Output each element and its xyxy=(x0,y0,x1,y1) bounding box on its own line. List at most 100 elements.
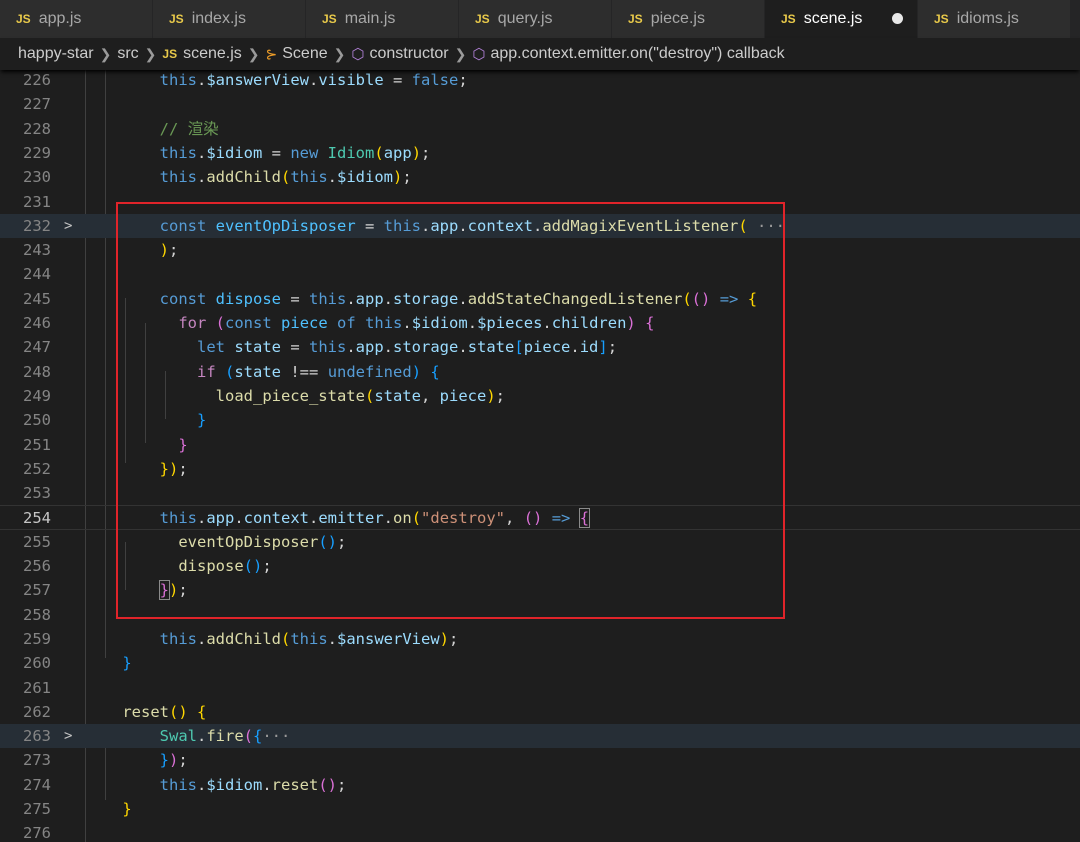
tab-query-js[interactable]: JS query.js xyxy=(459,0,612,38)
line-number: 276 xyxy=(23,824,51,842)
line-number: 249 xyxy=(23,386,51,405)
line-number: 243 xyxy=(23,241,51,260)
line-number: 252 xyxy=(23,459,51,478)
code-line: 247 let state = this.app.storage.state[p… xyxy=(0,335,1080,359)
code-line: 257 }); xyxy=(0,578,1080,602)
chevron-right-icon: ❯ xyxy=(454,45,467,62)
line-number: 244 xyxy=(23,265,51,284)
breadcrumb-class[interactable]: Scene xyxy=(282,45,327,63)
code-line: 227 xyxy=(0,92,1080,116)
fold-chevron-right-icon[interactable]: > xyxy=(64,724,72,748)
tab-label: main.js xyxy=(344,10,396,27)
code-line: 253 xyxy=(0,481,1080,505)
js-file-icon: JS xyxy=(628,12,643,26)
code-line: 260 } xyxy=(0,651,1080,675)
line-number: 231 xyxy=(23,192,51,211)
code-line: 244 xyxy=(0,262,1080,286)
code-line: 276 xyxy=(0,821,1080,842)
line-number: 228 xyxy=(23,119,51,138)
code-line: 275 } xyxy=(0,797,1080,821)
js-file-icon: JS xyxy=(16,12,31,26)
js-file-icon: JS xyxy=(162,47,178,61)
line-number: 250 xyxy=(23,411,51,430)
breadcrumb-callback[interactable]: app.context.emitter.on("destroy") callba… xyxy=(490,45,784,63)
line-number: 260 xyxy=(23,654,51,673)
tab-label: app.js xyxy=(38,10,82,27)
js-file-icon: JS xyxy=(475,12,490,26)
line-number: 226 xyxy=(23,71,51,89)
code-editor[interactable]: 226 this.$answerView.visible = false; 22… xyxy=(0,68,1080,842)
code-line: 251 } xyxy=(0,433,1080,457)
chevron-right-icon: ❯ xyxy=(99,45,112,62)
line-number: 248 xyxy=(23,362,51,381)
code-line: 274 this.$idiom.reset(); xyxy=(0,773,1080,797)
tab-scene-js[interactable]: JS scene.js xyxy=(765,0,918,38)
line-number: 230 xyxy=(23,168,51,187)
line-number: 261 xyxy=(23,678,51,697)
code-line: 259 this.addChild(this.$answerView); xyxy=(0,627,1080,651)
tab-label: piece.js xyxy=(650,10,705,27)
chevron-right-icon: ❯ xyxy=(247,45,260,62)
chevron-right-icon: ❯ xyxy=(333,45,346,62)
tab-label: index.js xyxy=(191,10,246,27)
code-line: 246 for (const piece of this.$idiom.$pie… xyxy=(0,311,1080,335)
tab-label: query.js xyxy=(497,10,553,27)
line-number: 256 xyxy=(23,557,51,575)
tab-label: scene.js xyxy=(803,10,863,27)
tab-index-js[interactable]: JS index.js xyxy=(153,0,306,38)
code-line: 229 this.$idiom = new Idiom(app); xyxy=(0,141,1080,165)
chevron-right-icon: ❯ xyxy=(144,45,157,62)
js-file-icon: JS xyxy=(322,12,337,26)
code-line: 258 xyxy=(0,603,1080,627)
breadcrumb-file[interactable]: scene.js xyxy=(183,45,242,63)
line-number: 258 xyxy=(23,605,51,624)
line-number: 227 xyxy=(23,95,51,114)
code-line: 273 }); xyxy=(0,748,1080,772)
code-line: 250 } xyxy=(0,408,1080,432)
tab-idioms-js[interactable]: JS idioms.js xyxy=(918,0,1071,38)
code-line: 228 // 渲染 xyxy=(0,117,1080,141)
unsaved-dot-icon[interactable] xyxy=(892,13,903,24)
code-line: 245 const dispose = this.app.storage.add… xyxy=(0,287,1080,311)
code-line: 262 reset() { xyxy=(0,700,1080,724)
code-comment: // 渲染 xyxy=(159,119,219,138)
js-file-icon: JS xyxy=(934,12,949,26)
line-number: 253 xyxy=(23,484,51,503)
breadcrumb-method[interactable]: constructor xyxy=(369,45,448,63)
line-number: 254 xyxy=(23,509,51,528)
class-symbol-icon: ⊱ xyxy=(265,45,278,62)
tab-label: idioms.js xyxy=(956,10,1019,27)
code-line: 243 ); xyxy=(0,238,1080,262)
line-number: 245 xyxy=(23,289,51,308)
breadcrumb-folder[interactable]: src xyxy=(117,45,138,63)
method-symbol-icon: ⬡ xyxy=(472,46,486,63)
line-number: 275 xyxy=(23,800,51,818)
line-number: 246 xyxy=(23,314,51,332)
line-number: 251 xyxy=(23,435,51,454)
breadcrumb-project[interactable]: happy-star xyxy=(18,45,94,63)
line-number: 257 xyxy=(23,581,51,600)
line-number: 273 xyxy=(23,751,51,770)
fold-chevron-right-icon[interactable]: > xyxy=(64,214,72,238)
method-symbol-icon: ⬡ xyxy=(351,46,365,63)
code-line: 230 this.addChild(this.$idiom); xyxy=(0,165,1080,189)
code-line: 261 xyxy=(0,676,1080,700)
code-line-current: 254 this.app.context.emitter.on("destroy… xyxy=(0,505,1080,530)
line-number: 247 xyxy=(23,338,51,357)
tab-app-js[interactable]: JS app.js xyxy=(0,0,153,38)
code-line: 249 load_piece_state(state, piece); xyxy=(0,384,1080,408)
code-line: 226 this.$answerView.visible = false; xyxy=(0,68,1080,92)
code-line: 255 eventOpDisposer(); xyxy=(0,530,1080,554)
line-number: 262 xyxy=(23,702,51,721)
code-line: 256 dispose(); xyxy=(0,554,1080,578)
line-number: 232 xyxy=(23,216,51,235)
code-line: 252 }); xyxy=(0,457,1080,481)
code-line: 231 xyxy=(0,190,1080,214)
editor-tab-bar: JS app.js JS index.js JS main.js JS query.js… xyxy=(0,0,1080,38)
tab-main-js[interactable]: JS main.js xyxy=(306,0,459,38)
js-file-icon: JS xyxy=(169,12,184,26)
tab-piece-js[interactable]: JS piece.js xyxy=(612,0,765,38)
line-number: 263 xyxy=(23,727,51,746)
code-line: 263 > Swal.fire({··· xyxy=(0,724,1080,749)
line-number: 274 xyxy=(23,775,51,794)
